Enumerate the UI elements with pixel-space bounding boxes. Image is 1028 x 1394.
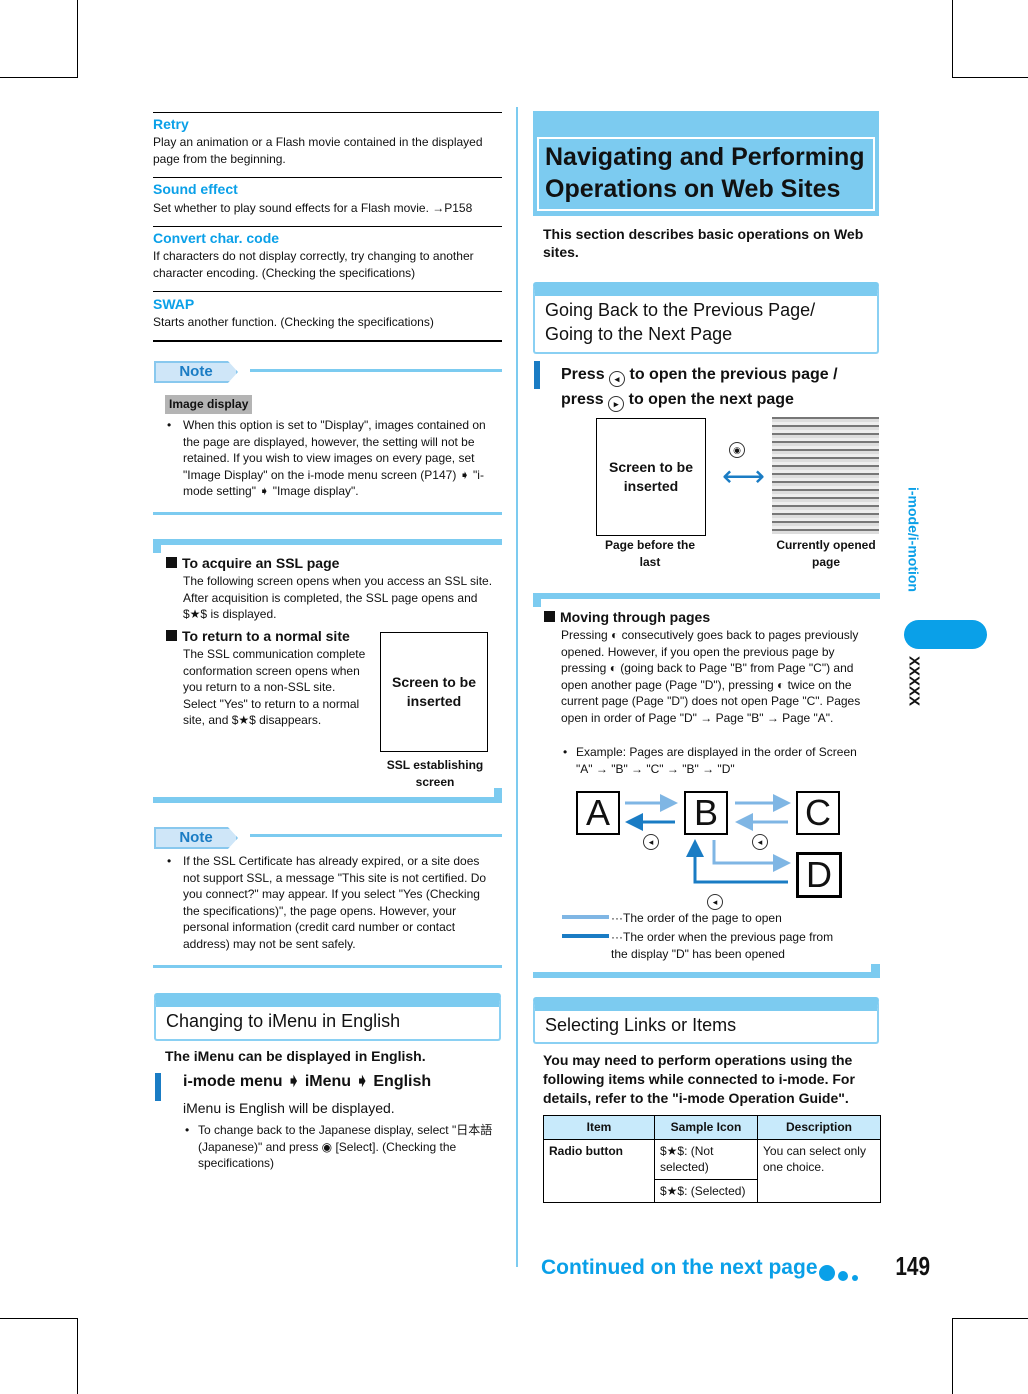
section-intro: The iMenu can be displayed in English. xyxy=(165,1048,426,1064)
crop-mark xyxy=(77,0,78,78)
item-desc: If characters do not display correctly, … xyxy=(153,249,474,280)
item-title: Retry xyxy=(153,116,189,132)
item-desc: Play an animation or a Flash movie conta… xyxy=(153,135,483,166)
step-number-1 xyxy=(534,361,540,389)
ssl-acquire-text: The following screen opens when you acce… xyxy=(183,574,493,621)
ssl-return-text: The SSL communication complete conformat… xyxy=(183,647,366,727)
item-desc: Set whether to play sound effects for a … xyxy=(153,201,473,215)
continued-text: Continued on the next page xyxy=(541,1256,818,1279)
nav-key-icon: ◉ xyxy=(729,438,745,458)
crop-mark xyxy=(952,77,1028,78)
left-key-icon: ◂ xyxy=(752,830,768,850)
legend-swatch-light xyxy=(562,915,609,919)
step-result: iMenu is English will be displayed. xyxy=(183,1100,395,1116)
caption: Currently opened page xyxy=(776,538,876,569)
crop-mark xyxy=(0,1318,78,1319)
legend-text: ···The order when the previous page from… xyxy=(611,930,834,961)
crop-mark xyxy=(952,0,953,78)
note-badge: Note xyxy=(150,358,250,383)
step-number-1 xyxy=(155,1073,161,1101)
double-arrow-icon: ⟷ xyxy=(722,460,766,493)
section-heading: Changing to iMenu in English xyxy=(154,993,501,1041)
right-key-icon: ▸ xyxy=(608,396,625,412)
sidebar-section: i-mode/i-motion xyxy=(905,487,922,592)
ssl-acquire-title: To acquire an SSL page xyxy=(166,555,339,572)
manual-page: Retry Play an animation or a Flash movie… xyxy=(0,0,1028,1394)
item-title: Convert char. code xyxy=(153,230,280,246)
note-tag: Image display xyxy=(165,395,253,414)
note-text: When this option is set to "Display", im… xyxy=(183,418,486,498)
sidebar-tab: XXXXX xyxy=(905,656,923,707)
sidebar-tab-marker xyxy=(904,620,987,649)
legend-swatch-dark xyxy=(562,934,609,938)
ssl-caption: SSL establishing screen xyxy=(386,758,484,789)
section-heading: Selecting Links or Items xyxy=(533,997,879,1044)
section-intro: You may need to perform operations using… xyxy=(543,1052,855,1106)
webpage-screenshot xyxy=(772,417,879,534)
crop-mark xyxy=(0,77,78,78)
items-table: Item Sample Icon Description Radio button $… xyxy=(543,1115,881,1203)
legend-text: ···The order of the page to open xyxy=(611,911,782,925)
note-text: If the SSL Certificate has already expir… xyxy=(183,854,487,951)
left-key-icon: ◂ xyxy=(707,890,723,910)
screen-placeholder: Screen to be inserted xyxy=(596,418,706,536)
step-text: Press ◂ to open the previous page / pres… xyxy=(561,362,881,412)
moving-text: Pressing ◐ consecutively goes back to pa… xyxy=(561,628,861,725)
page-title: Navigating and Performing Operations on … xyxy=(537,137,875,211)
caption: Page before the last xyxy=(604,538,696,569)
section-heading: Going Back to the Previous Page/ Going t… xyxy=(533,282,879,354)
item-desc: Starts another function. (Checking the s… xyxy=(153,315,434,329)
crop-mark xyxy=(952,1318,953,1394)
moving-title: Moving through pages xyxy=(544,609,710,626)
step-text: i-mode menu ➧ iMenu ➧ English xyxy=(183,1073,432,1090)
note-badge: Note xyxy=(150,824,250,849)
item-title: SWAP xyxy=(153,296,195,312)
left-key-icon: ◂ xyxy=(643,830,659,850)
crop-mark xyxy=(952,1318,1028,1319)
crop-mark xyxy=(77,1318,78,1394)
page-number: 149 xyxy=(895,1251,931,1281)
moving-example: Example: Pages are displayed in the orde… xyxy=(576,745,857,776)
section-intro: This section describes basic operations … xyxy=(543,226,864,260)
left-key-icon: ◂ xyxy=(609,371,626,387)
screen-placeholder: Screen to be inserted xyxy=(380,632,488,752)
step-bullet: To change back to the Japanese display, … xyxy=(198,1123,493,1170)
ssl-return-title: To return to a normal site xyxy=(166,628,350,645)
dots-icon xyxy=(819,1265,858,1286)
item-title: Sound effect xyxy=(153,181,238,197)
